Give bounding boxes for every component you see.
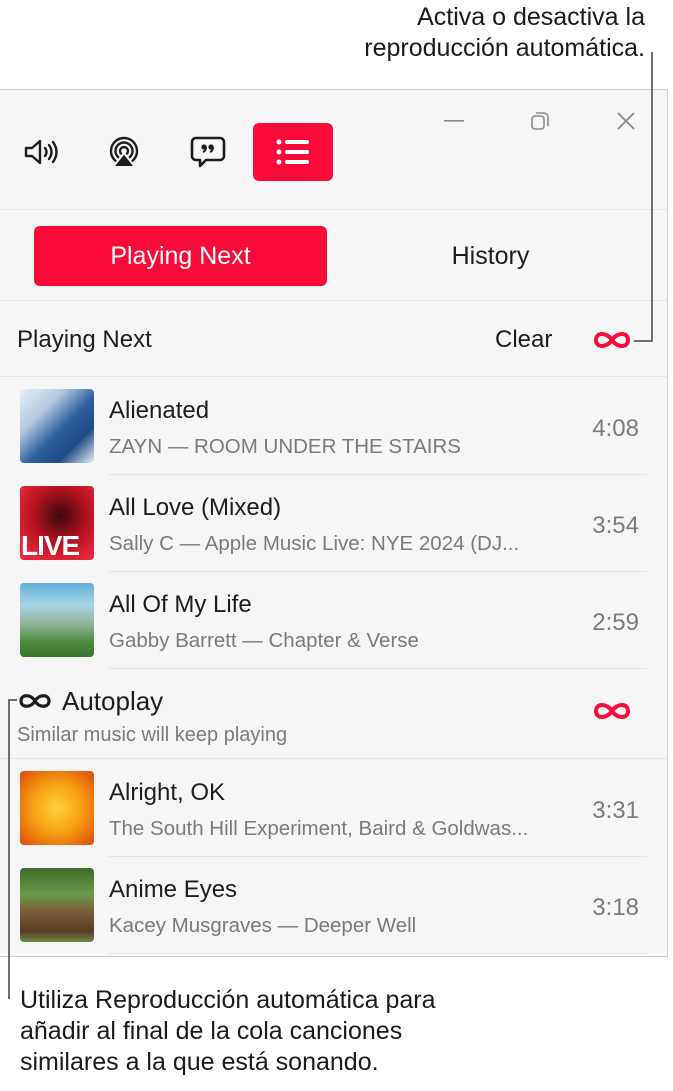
track-duration: 3:31 — [592, 797, 639, 824]
track-row[interactable]: All Of My Life Gabby Barrett — Chapter &… — [0, 572, 667, 669]
restore-button[interactable] — [525, 106, 555, 136]
track-artist-album: The South Hill Experiment, Baird & Goldw… — [109, 817, 529, 840]
track-row[interactable]: LIVE All Love (Mixed) Sally C — Apple Mu… — [0, 475, 667, 572]
close-button[interactable] — [611, 106, 641, 136]
album-art — [20, 868, 94, 942]
lyrics-button[interactable] — [168, 123, 248, 181]
clear-button[interactable]: Clear — [495, 326, 552, 354]
tab-history[interactable]: History — [344, 226, 637, 286]
section-title: Playing Next — [17, 326, 152, 353]
callout-leader-line — [651, 52, 653, 342]
playing-next-header: Playing Next Clear — [0, 302, 667, 377]
callout-line: reproducción automática. — [364, 34, 645, 62]
track-artist-album: Sally C — Apple Music Live: NYE 2024 (DJ… — [109, 532, 520, 555]
track-artist-album: Gabby Barrett — Chapter & Verse — [109, 629, 419, 652]
track-duration: 3:54 — [592, 512, 639, 539]
track-title: Alienated — [109, 397, 210, 424]
restore-icon — [531, 112, 549, 130]
volume-button[interactable] — [2, 123, 82, 181]
callout-line: similares a la que está sonando. — [20, 1048, 379, 1076]
airplay-icon — [109, 136, 139, 168]
queue-tabs: Playing Next History — [0, 211, 667, 301]
callout-leader-line — [634, 340, 653, 342]
autoplay-infinity-icon[interactable] — [592, 699, 632, 723]
autoplay-header: Autoplay Similar music will keep playing — [0, 669, 667, 759]
album-art — [20, 389, 94, 463]
minimize-icon — [444, 120, 464, 122]
row-divider — [109, 953, 647, 954]
track-duration: 3:18 — [592, 894, 639, 921]
album-art: LIVE — [20, 486, 94, 560]
callout-leader-line — [8, 699, 17, 701]
lyrics-quote-icon — [190, 136, 226, 168]
track-title: Anime Eyes — [109, 876, 238, 903]
close-icon — [617, 112, 635, 130]
callout-autoplay-description: Utiliza Reproducción automática para aña… — [20, 985, 580, 1078]
track-title: All Love (Mixed) — [109, 494, 282, 521]
callout-autoplay-toggle: Activa o desactiva la reproducción autom… — [225, 2, 645, 64]
track-title: All Of My Life — [109, 591, 252, 618]
track-duration: 2:59 — [592, 609, 639, 636]
tab-playing-next[interactable]: Playing Next — [34, 226, 327, 286]
queue-button[interactable] — [253, 123, 333, 181]
autoplay-track-row[interactable]: Anime Eyes Kacey Musgraves — Deeper Well… — [0, 857, 667, 954]
callout-line: Utiliza Reproducción automática para — [20, 986, 436, 1014]
airplay-button[interactable] — [84, 123, 164, 181]
minimize-button[interactable] — [440, 106, 470, 136]
track-title: Alright, OK — [109, 779, 226, 806]
callout-line: añadir al final de la cola canciones — [20, 1017, 403, 1045]
album-art — [20, 583, 94, 657]
toolbar — [0, 90, 667, 210]
album-art — [20, 771, 94, 845]
autoplay-subtitle: Similar music will keep playing — [17, 724, 288, 746]
autoplay-title: Autoplay — [62, 686, 164, 716]
callout-line: Activa o desactiva la — [417, 3, 645, 31]
track-duration: 4:08 — [592, 415, 639, 442]
track-row[interactable]: Alienated ZAYN — ROOM UNDER THE STAIRS 4… — [0, 378, 667, 475]
music-queue-window: Playing Next History Playing Next Clear … — [0, 89, 668, 957]
autoplay-track-row[interactable]: Alright, OK The South Hill Experiment, B… — [0, 760, 667, 857]
queue-list-icon — [276, 139, 309, 165]
infinity-icon — [19, 694, 51, 708]
speaker-volume-icon — [24, 139, 58, 165]
track-artist-album: ZAYN — ROOM UNDER THE STAIRS — [109, 435, 461, 458]
track-artist-album: Kacey Musgraves — Deeper Well — [109, 914, 417, 937]
autoplay-toggle-infinity-icon[interactable] — [592, 328, 632, 352]
callout-leader-line — [8, 699, 10, 999]
